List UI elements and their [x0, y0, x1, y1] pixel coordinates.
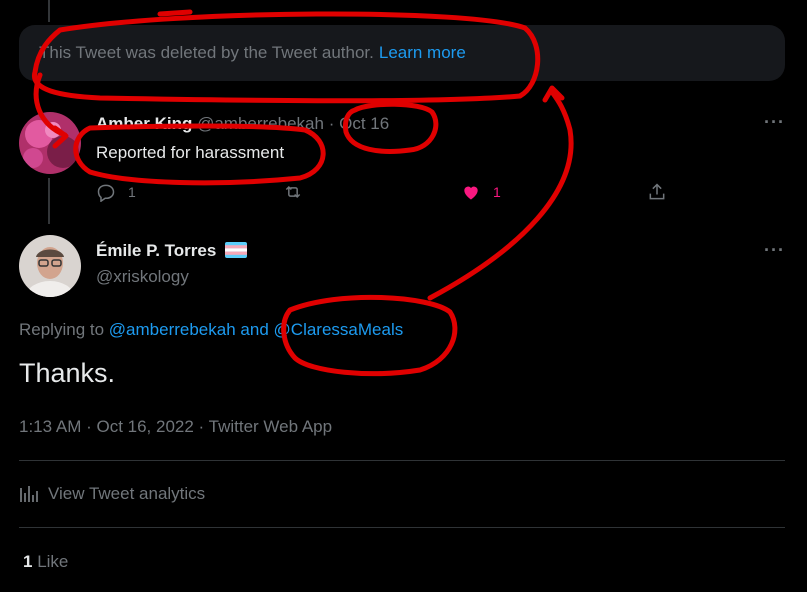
avatar-emile-torres[interactable] [19, 235, 81, 297]
reply-count: 1 [128, 184, 136, 200]
replying-to: Replying to @amberrebekah and @ClaressaM… [19, 320, 403, 340]
main-author: Émile P. Torres [96, 241, 247, 261]
view-analytics-button[interactable]: View Tweet analytics [19, 484, 205, 504]
reply-icon [97, 184, 115, 202]
main-author-name[interactable]: Émile P. Torres [96, 241, 216, 260]
likes-count: 1 [23, 552, 33, 571]
thread-line-top [48, 0, 50, 22]
learn-more-link[interactable]: Learn more [379, 43, 466, 63]
likes-label: Like [37, 552, 69, 571]
reply-header: Amber King @amberrebekah · Oct 16 [96, 114, 389, 134]
deleted-tweet-notice: This Tweet was deleted by the Tweet auth… [19, 25, 785, 81]
replying-user-claressameals[interactable]: @ClaressaMeals [274, 320, 404, 339]
main-tweet-text: Thanks. [19, 358, 116, 388]
reply-text: Reported for harassment [96, 143, 285, 162]
like-icon [464, 186, 478, 200]
divider-1 [19, 460, 785, 461]
analytics-icon [20, 486, 38, 502]
reply-date[interactable]: Oct 16 [339, 114, 389, 133]
trans-flag-icon [224, 242, 247, 258]
reply-button[interactable]: 1 [96, 182, 136, 202]
reply-author-name[interactable]: Amber King [96, 114, 192, 133]
thread-line-middle [48, 178, 50, 224]
retweet-button[interactable] [283, 182, 303, 202]
replying-and: and [240, 320, 269, 339]
avatar-amber-king[interactable] [19, 112, 81, 174]
likes-summary[interactable]: 1 Like [23, 552, 68, 572]
share-button[interactable] [647, 182, 667, 202]
reply-author-handle[interactable]: @amberrebekah [197, 114, 324, 133]
like-button[interactable]: 1 [461, 182, 501, 202]
retweet-icon [285, 185, 301, 199]
reply-more-icon[interactable]: ··· [764, 112, 785, 133]
tweet-meta[interactable]: 1:13 AM · Oct 16, 2022 · Twitter Web App [19, 417, 332, 437]
reply-separator: · [328, 114, 335, 133]
divider-2 [19, 527, 785, 528]
analytics-label: View Tweet analytics [48, 484, 206, 503]
replying-prefix: Replying to [19, 320, 105, 339]
replying-user-amberrebekah[interactable]: @amberrebekah [109, 320, 236, 339]
share-icon [649, 183, 665, 200]
main-more-icon[interactable]: ··· [764, 240, 785, 261]
like-count: 1 [493, 184, 501, 200]
deleted-tweet-text: This Tweet was deleted by the Tweet auth… [39, 43, 374, 62]
main-author-handle[interactable]: @xriskology [96, 267, 189, 287]
